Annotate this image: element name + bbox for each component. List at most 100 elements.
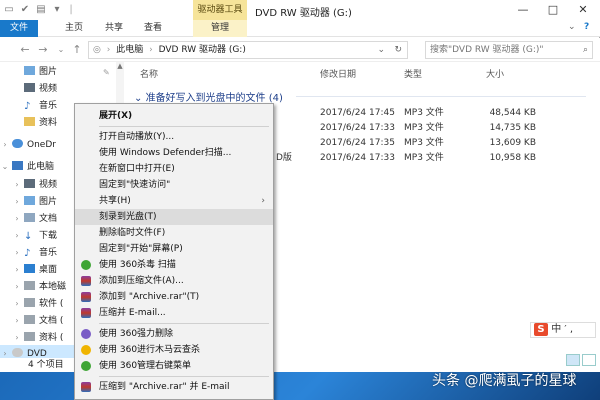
menu-item-compress-rar-email[interactable]: 压缩到 "Archive.rar" 并 E-mail bbox=[75, 379, 273, 395]
nav-item-downloads[interactable]: › ↓ 下载 bbox=[0, 227, 57, 244]
dvd-drive-icon: ◎ bbox=[93, 45, 101, 55]
column-header-name[interactable]: 名称 bbox=[140, 67, 158, 80]
nav-item-videos-2[interactable]: › 视频 bbox=[0, 176, 57, 193]
menu-item-pin-quick-access[interactable]: 固定到"快速访问" bbox=[75, 177, 273, 193]
menu-item-share[interactable]: 共享(H) › bbox=[75, 193, 273, 209]
help-icon[interactable]: ? bbox=[584, 22, 589, 32]
refresh-icon[interactable]: ↻ bbox=[394, 42, 402, 58]
breadcrumb-chevron-icon: › bbox=[106, 45, 111, 55]
nav-item-software-drive[interactable]: › 软件 ( bbox=[0, 295, 63, 312]
nav-item-desktop[interactable]: › 桌面 bbox=[0, 261, 57, 278]
column-header-size[interactable]: 大小 bbox=[486, 67, 504, 80]
documents-icon bbox=[24, 213, 35, 222]
360-menu-icon bbox=[81, 361, 91, 371]
up-button[interactable]: ↑ bbox=[70, 42, 84, 58]
360-delete-icon bbox=[81, 329, 91, 339]
column-header-type[interactable]: 类型 bbox=[404, 67, 422, 80]
properties-icon[interactable]: ✔ bbox=[18, 3, 32, 17]
nav-item-music-2[interactable]: › ♪ 音乐 bbox=[0, 244, 57, 261]
window-title: DVD RW 驱动器 (G:) bbox=[255, 8, 352, 19]
nav-item-local-disk[interactable]: › 本地磁 bbox=[0, 278, 66, 295]
winrar-icon bbox=[81, 382, 91, 392]
details-view-icon[interactable] bbox=[566, 354, 580, 366]
address-dropdown-icon[interactable]: ⌄ bbox=[377, 42, 385, 58]
forward-button[interactable]: → bbox=[36, 42, 50, 58]
nav-item-documents-drive[interactable]: › 文档 ( bbox=[0, 312, 63, 329]
videos-icon bbox=[24, 83, 35, 92]
breadcrumb-this-pc[interactable]: 此电脑 bbox=[116, 45, 143, 55]
nav-item-pictures-2[interactable]: › 图片 bbox=[0, 193, 57, 210]
tab-share[interactable]: 共享 bbox=[98, 20, 130, 37]
menu-item-open-new-window[interactable]: 在新窗口中打开(E) bbox=[75, 161, 273, 177]
pictures-icon bbox=[24, 66, 35, 75]
watermark: 头条 @爬满虱子的星球 bbox=[432, 373, 577, 389]
nav-item-this-pc[interactable]: ⌄ 此电脑 bbox=[0, 158, 54, 175]
minimize-button[interactable]: — bbox=[508, 1, 538, 19]
menu-item-compress-email[interactable]: 压缩并 E-mail... bbox=[75, 305, 273, 321]
downloads-icon: ↓ bbox=[24, 231, 33, 242]
menu-item-burn-to-disc[interactable]: 刻录到光盘(T) bbox=[75, 209, 273, 225]
winrar-icon bbox=[81, 276, 91, 286]
maximize-button[interactable]: □ bbox=[538, 1, 568, 19]
drive-icon bbox=[24, 332, 35, 341]
tab-home[interactable]: 主页 bbox=[58, 20, 90, 37]
back-button[interactable]: ← bbox=[18, 42, 32, 58]
tab-view[interactable]: 查看 bbox=[137, 20, 169, 37]
sogou-logo-icon: S bbox=[534, 323, 548, 336]
search-input[interactable]: 搜索"DVD RW 驱动器 (G:)" ⌕ bbox=[425, 41, 593, 59]
menu-item-360-manage-menu[interactable]: 使用 360管理右键菜单 bbox=[75, 358, 273, 374]
ribbon-expand-icon[interactable]: ⌄ bbox=[568, 22, 576, 32]
nav-item-onedrive[interactable]: › OneDr bbox=[0, 136, 56, 153]
drive-icon bbox=[24, 298, 35, 307]
ribbon-tab-bar: 文件 主页 共享 查看 管理 ⌄ ? bbox=[0, 20, 600, 37]
menu-item-add-to-archive[interactable]: 添加到压缩文件(A)... bbox=[75, 273, 273, 289]
winrar-icon bbox=[81, 292, 91, 302]
ime-toolbar[interactable]: S 中 ′ , bbox=[530, 322, 596, 338]
menu-item-pin-start[interactable]: 固定到"开始"屏幕(P) bbox=[75, 241, 273, 257]
menu-separator bbox=[99, 323, 269, 324]
recent-locations-icon[interactable]: ⌄ bbox=[54, 42, 68, 58]
desktop-icon bbox=[24, 264, 35, 273]
nav-item-videos[interactable]: 视频 bbox=[0, 81, 57, 98]
search-icon: ⌕ bbox=[582, 45, 588, 55]
360-trojan-icon bbox=[81, 345, 91, 355]
menu-item-autoplay[interactable]: 打开自动播放(Y)... bbox=[75, 129, 273, 145]
nav-item-music[interactable]: ♪ 音乐 bbox=[0, 98, 57, 115]
onedrive-icon bbox=[12, 139, 23, 148]
tab-manage[interactable]: 管理 bbox=[193, 20, 247, 37]
menu-item-360-antivirus-scan[interactable]: 使用 360杀毒 扫描 bbox=[75, 257, 273, 273]
nav-item-data[interactable]: 资料 bbox=[0, 115, 57, 132]
tab-file[interactable]: 文件 bbox=[0, 20, 38, 37]
winrar-icon bbox=[81, 308, 91, 318]
pictures-icon bbox=[24, 196, 35, 205]
nav-item-documents[interactable]: › 文档 bbox=[0, 210, 57, 227]
menu-item-expand[interactable]: 展开(X) bbox=[75, 108, 273, 124]
videos-icon bbox=[24, 179, 35, 188]
close-button[interactable]: ✕ bbox=[568, 1, 598, 19]
ime-mode: 中 ′ , bbox=[551, 324, 573, 335]
360-antivirus-icon bbox=[81, 260, 91, 270]
separator-icon: | bbox=[69, 4, 73, 15]
breadcrumb-dvd-drive[interactable]: DVD RW 驱动器 (G:) bbox=[159, 45, 246, 55]
menu-item-defender-scan[interactable]: 使用 Windows Defender扫描... bbox=[75, 145, 273, 161]
column-header-date[interactable]: 修改日期 bbox=[320, 67, 356, 80]
nav-item-data-drive[interactable]: › 资料 ( bbox=[0, 329, 63, 346]
menu-item-360-force-delete[interactable]: 使用 360强力删除 bbox=[75, 326, 273, 342]
address-bar[interactable]: ◎ › 此电脑 › DVD RW 驱动器 (G:) ⌄ ↻ bbox=[88, 41, 408, 59]
search-placeholder: 搜索"DVD RW 驱动器 (G:)" bbox=[430, 45, 544, 55]
menu-item-delete-temp-files[interactable]: 删除临时文件(F) bbox=[75, 225, 273, 241]
scroll-up-icon[interactable]: ▲ bbox=[116, 62, 124, 70]
new-folder-icon[interactable]: ▤ bbox=[34, 3, 48, 17]
nav-item-pictures[interactable]: 图片 bbox=[0, 64, 57, 81]
breadcrumb-chevron-icon: › bbox=[149, 45, 153, 55]
menu-item-360-trojan-scan[interactable]: 使用 360进行木马云查杀 bbox=[75, 342, 273, 358]
group-header[interactable]: ⌄ 准备好写入到光盘中的文件 (4) bbox=[134, 89, 283, 104]
title-bar: ▭ ✔ ▤ ▾ | 驱动器工具 DVD RW 驱动器 (G:) — □ ✕ bbox=[0, 0, 600, 20]
pin-icon: ✎ bbox=[103, 68, 110, 77]
quick-access-dropdown-icon[interactable]: ▾ bbox=[50, 3, 64, 17]
menu-item-add-to-archive-rar[interactable]: 添加到 "Archive.rar"(T) bbox=[75, 289, 273, 305]
drive-tools-context-label: 驱动器工具 bbox=[193, 0, 247, 20]
large-icons-view-icon[interactable] bbox=[582, 354, 596, 366]
menu-separator bbox=[99, 376, 269, 377]
dvd-icon bbox=[12, 348, 23, 357]
